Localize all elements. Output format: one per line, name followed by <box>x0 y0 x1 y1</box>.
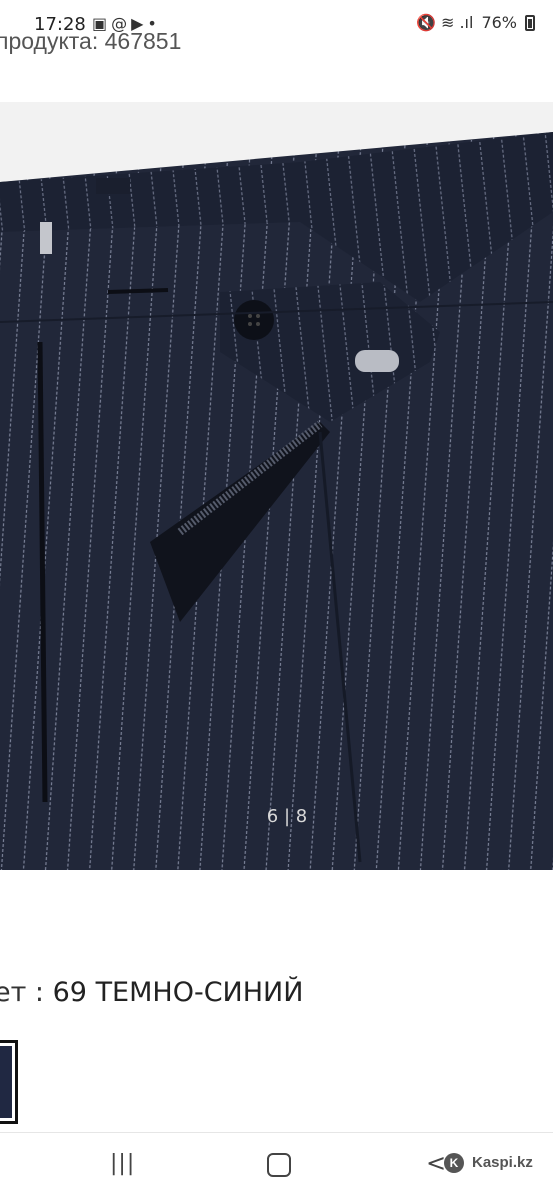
battery-percent: 76% <box>481 13 517 32</box>
kaspi-logo-icon: K <box>444 1153 464 1173</box>
color-label: ет : <box>0 977 45 1008</box>
color-swatch-fill <box>0 1046 12 1118</box>
gallery-page-indicator: 6 | 8 <box>266 806 308 827</box>
home-icon[interactable] <box>267 1153 291 1177</box>
product-photo[interactable] <box>0 102 553 870</box>
product-image-gallery[interactable]: 6 | 8 <box>0 102 553 870</box>
system-nav-bar: ||| < K Kaspi.kz <box>0 1132 553 1201</box>
color-row: ет : 69 ТЕМНО-СИНИЙ <box>0 977 303 1008</box>
product-code: продукта: 467851 <box>0 28 182 54</box>
system-status-glyphs: 🔇 ≋ .ıl <box>415 13 474 32</box>
recent-apps-icon[interactable]: ||| <box>110 1151 135 1176</box>
color-value: 69 ТЕМНО-СИНИЙ <box>52 977 304 1008</box>
kaspi-brand: Kaspi.kz <box>472 1154 533 1171</box>
system-icons: 🔇 ≋ .ıl 76% <box>416 13 535 32</box>
color-swatch-selected[interactable] <box>0 1040 18 1124</box>
battery-icon <box>525 14 535 31</box>
